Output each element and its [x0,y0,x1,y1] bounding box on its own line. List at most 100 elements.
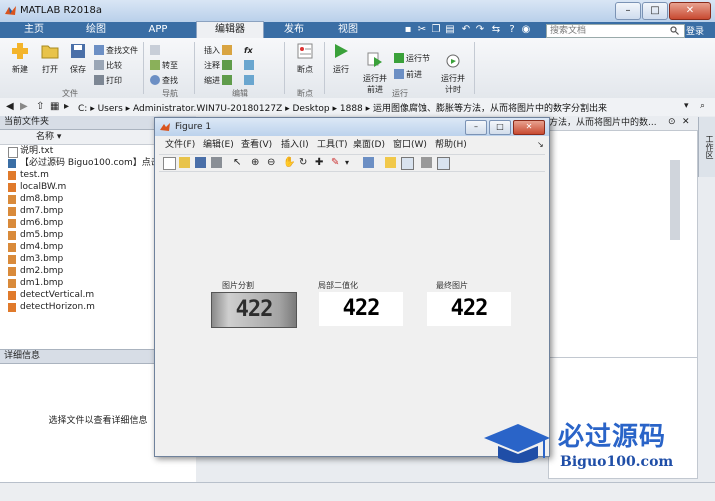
editor-tab-title[interactable]: 等方法，从而将图片中的数... [540,117,665,129]
dock-icon[interactable]: ↘ [537,138,544,152]
open-file-icon[interactable] [179,157,190,168]
breadcrumb-item[interactable]: C: [78,104,87,114]
menu-view[interactable]: 查看(V) [241,138,272,152]
print-figure-icon[interactable] [211,157,222,168]
figure-maximize-button[interactable]: □ [489,120,511,135]
legend-icon[interactable] [401,157,414,170]
compare-button[interactable]: 比较 [94,59,122,71]
breadcrumb[interactable]: C: ▸ Users ▸ Administrator.WIN7U-2018012… [78,101,607,114]
breadcrumb-item[interactable]: Users [98,104,123,114]
menu-file[interactable]: 文件(F) [165,138,195,152]
run-button[interactable]: 运行 [328,42,354,75]
indent-button[interactable]: 缩进 [204,74,232,86]
pointer-icon[interactable]: ↖ [233,157,244,168]
comment-label: 注释 [204,60,220,70]
file-name: 说明.txt [20,146,54,156]
redo-icon[interactable]: ↷ [474,24,486,36]
menu-insert[interactable]: 插入(I) [281,138,309,152]
comment-button[interactable]: 注释 [204,59,232,71]
subplot-title: 最终图片 [436,281,468,290]
pan-icon[interactable]: ✋ [283,157,295,168]
copy-icon[interactable]: ❐ [430,24,442,36]
save-icon[interactable]: ▪ [402,24,414,36]
window-title: MATLAB R2018a [20,5,103,16]
minimize-button[interactable]: – [615,2,641,20]
menu-tools[interactable]: 工具(T) [317,138,348,152]
undo-icon[interactable]: ↶ [460,24,472,36]
find-button[interactable]: 查找 [150,74,178,86]
up-folder-icon[interactable]: ⇧ [36,101,44,112]
breadcrumb-item[interactable]: 1888 [340,104,363,114]
scrollbar[interactable] [670,160,680,240]
subplot-title: 图片分割 [222,281,254,290]
panel-menu-icon[interactable]: ⊙ [668,117,676,127]
paste-icon[interactable]: ▤ [444,24,456,36]
find-icon [150,75,160,85]
new-figure-icon[interactable] [163,157,176,170]
data-cursor-icon[interactable]: ✚ [315,157,326,168]
run-section-button[interactable]: 运行节 [394,52,430,64]
figure-window[interactable]: Figure 1 – □ ✕ 文件(F) 编辑(E) 查看(V) 插入(I) 工… [154,117,550,457]
menu-edit[interactable]: 编辑(E) [203,138,234,152]
goto-button[interactable]: 转至 [150,59,178,71]
edit-tool-button[interactable] [244,59,254,71]
hide-plot-tools-icon[interactable] [421,157,432,168]
figure-menu-bar: 文件(F) 编辑(E) 查看(V) 插入(I) 工具(T) 桌面(D) 窗口(W… [155,138,549,152]
colorbar-icon[interactable] [385,157,396,168]
maximize-button[interactable]: □ [642,2,668,20]
browse-folder-icon[interactable]: ▦ [50,101,59,112]
show-plot-tools-icon[interactable] [437,157,450,170]
figure-minimize-button[interactable]: – [465,120,487,135]
insert-button[interactable]: 插入 [204,44,232,56]
menu-desktop[interactable]: 桌面(D) [353,138,385,152]
nav-back-button[interactable] [150,44,160,56]
compare-icon [94,60,104,70]
search-folder-icon[interactable]: ⌕ [700,101,705,111]
breakpoints-button[interactable]: 断点 [290,42,320,75]
file-name: dm5.bmp [20,230,64,240]
community-icon[interactable]: ◉ [520,24,532,36]
tab-view[interactable]: 视图 [318,22,378,38]
save-button[interactable]: 保存 [64,42,92,75]
open-button[interactable]: 打开 [36,42,64,75]
edit-tool-button[interactable] [244,74,254,86]
fx-button[interactable]: fx [244,44,253,56]
tab-plots[interactable]: 绘图 [66,22,126,38]
chevron-down-icon[interactable]: ▾ [684,101,689,111]
close-icon[interactable]: ✕ [682,117,690,127]
print-button[interactable]: 打印 [94,74,122,86]
save-figure-icon[interactable] [195,157,206,168]
back-arrow-icon[interactable]: ◀ [6,101,14,112]
tab-home[interactable]: 主页 [4,22,64,38]
breadcrumb-item[interactable]: Desktop [293,104,330,114]
file-name: dm1.bmp [20,278,64,288]
cut-icon[interactable]: ✂ [416,24,428,36]
breadcrumb-item[interactable]: 运用图像腐蚀、膨胀等方法，从而将图片中的数字分割出来 [373,104,607,114]
menu-window[interactable]: 窗口(W) [393,138,427,152]
search-input[interactable]: 搜索文档 [546,24,685,38]
chevron-down-icon[interactable]: ▾ [345,157,356,168]
zoom-out-icon[interactable]: ⊖ [267,157,278,168]
figure-close-button[interactable]: ✕ [513,120,545,135]
switch-windows-icon[interactable]: ⇆ [490,24,502,36]
sign-in-link[interactable]: 登录 [686,24,704,37]
forward-arrow-icon[interactable]: ▶ [20,101,28,112]
run-time-button[interactable]: 运行并 计时 [436,42,470,104]
ribbon-separator [194,42,195,94]
help-icon[interactable]: ? [506,24,518,36]
brush-icon[interactable]: ✎ [331,157,342,168]
advance-button[interactable]: 前进 [394,68,422,80]
zoom-in-icon[interactable]: ⊕ [251,157,262,168]
breadcrumb-item[interactable]: Administrator.WIN7U-20180127Z [133,104,282,114]
new-button[interactable]: 新建 [6,42,34,75]
rotate-icon[interactable]: ↻ [299,157,310,168]
menu-help[interactable]: 帮助(H) [435,138,467,152]
close-button[interactable]: ✕ [669,2,711,20]
file-name: dm6.bmp [20,218,64,228]
link-plot-icon[interactable] [363,157,374,168]
workspace-tab[interactable]: 工作区 [698,117,715,177]
tab-apps[interactable]: APP [128,22,188,38]
tab-publish[interactable]: 发布 [264,22,324,38]
search-icon[interactable] [670,26,679,35]
find-files-button[interactable]: 查找文件 [94,44,138,56]
